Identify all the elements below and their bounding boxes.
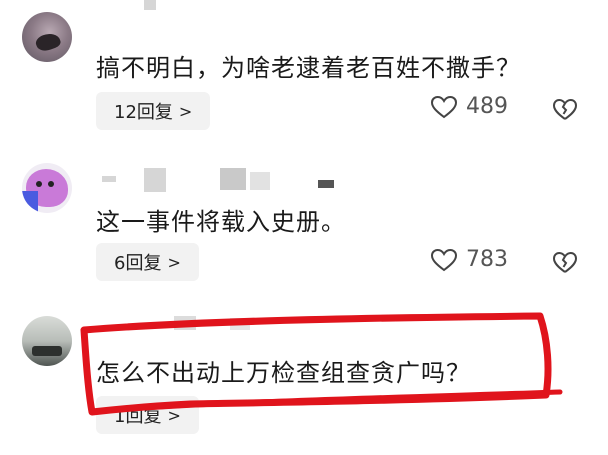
comment-text: 这一事件将载入史册。: [96, 208, 346, 236]
like-count: 783: [466, 247, 508, 272]
username-censored: [230, 318, 250, 330]
username-censored: [174, 316, 196, 330]
avatar[interactable]: [22, 316, 72, 366]
reply-count-label: 1回复: [114, 406, 162, 427]
avatar[interactable]: [22, 163, 72, 213]
username-censored: [102, 176, 116, 182]
username-censored: [220, 168, 246, 190]
chevron-right-icon: >: [167, 405, 181, 425]
heart-outline-icon: [430, 95, 458, 118]
heart-outline-icon: [430, 248, 458, 271]
username-censored: [144, 168, 166, 192]
reply-count-label: 12回复: [114, 102, 173, 123]
comment-text: 怎么不出动上万检查组查贪广吗？: [96, 359, 471, 387]
reply-count-button[interactable]: 12回复 >: [96, 92, 211, 130]
broken-heart-icon[interactable]: [552, 251, 578, 275]
username-censored: [250, 172, 270, 190]
reply-count-label: 6回复: [114, 253, 162, 274]
reply-count-button[interactable]: 6回复 >: [96, 243, 199, 281]
chevron-right-icon: >: [178, 101, 193, 121]
username-censored: [144, 0, 156, 10]
like-button[interactable]: 783: [430, 247, 508, 272]
reply-count-button[interactable]: 1回复 >: [96, 396, 199, 434]
comment-text: 搞不明白，为啥老逮着老百姓不撒手？: [96, 54, 521, 82]
chevron-right-icon: >: [167, 252, 181, 272]
like-button[interactable]: 489: [430, 94, 508, 119]
like-count: 489: [466, 94, 508, 119]
username-censored: [318, 180, 334, 188]
broken-heart-icon[interactable]: [552, 98, 578, 122]
avatar[interactable]: [22, 12, 72, 62]
